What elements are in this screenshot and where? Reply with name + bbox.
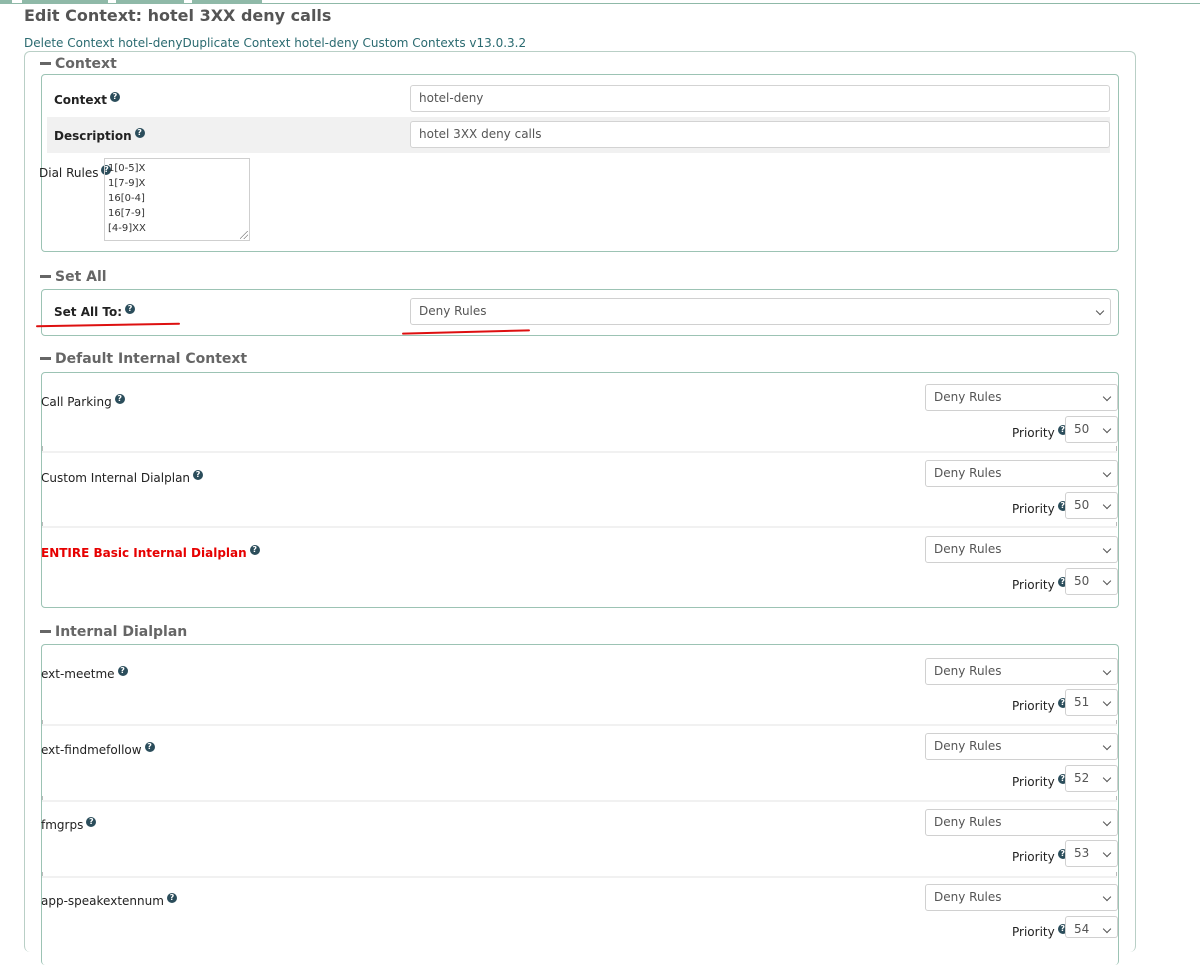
rule-label: fmgrps?: [41, 817, 97, 832]
dial-rule-line: 1[0-5]X: [108, 163, 146, 174]
chevron-down-icon: [1102, 741, 1112, 751]
set-all-section-toggle[interactable]: Set All: [40, 269, 107, 285]
resize-handle-icon[interactable]: [240, 231, 248, 239]
priority-select[interactable]: 51: [1065, 689, 1118, 716]
priority-label: Priority?: [1012, 577, 1068, 592]
chevron-down-icon: [1102, 892, 1112, 902]
rule-label: Call Parking?: [41, 394, 125, 409]
context-input[interactable]: hotel-deny: [410, 85, 1110, 112]
priority-select[interactable]: 50: [1065, 568, 1118, 595]
collapse-icon: [40, 274, 51, 278]
row-divider: [42, 724, 1117, 726]
chevron-down-icon: [1102, 697, 1112, 707]
chevron-down-icon: [1102, 817, 1112, 827]
row-divider: [42, 800, 1117, 802]
priority-select[interactable]: 52: [1065, 765, 1118, 792]
help-icon[interactable]: ?: [114, 394, 125, 404]
collapse-icon: [40, 629, 51, 633]
priority-label: Priority?: [1012, 501, 1068, 516]
rule-select[interactable]: Deny Rules: [925, 460, 1118, 487]
priority-label: Priority?: [1012, 849, 1068, 864]
rule-label: Custom Internal Dialplan?: [41, 470, 204, 485]
chevron-down-icon: [1102, 848, 1112, 858]
chevron-down-icon: [1102, 924, 1112, 934]
help-icon[interactable]: ?: [193, 470, 204, 480]
chevron-down-icon: [1102, 544, 1112, 554]
section-heading: Internal Dialplan: [55, 624, 188, 640]
priority-label: Priority?: [1012, 924, 1068, 939]
top-border: [0, 3, 1200, 4]
context-label: Context?: [54, 92, 120, 107]
chevron-down-icon: [1102, 773, 1112, 783]
dial-rules-textarea[interactable]: 1[0-5]X 1[7-9]X 16[0-4] 16[7-9] [4-9]XX: [104, 158, 250, 241]
top-tab[interactable]: [22, 0, 108, 3]
rule-select[interactable]: Deny Rules: [925, 384, 1118, 411]
rule-label: app-speakextennum?: [41, 893, 177, 908]
priority-select[interactable]: 50: [1065, 492, 1118, 519]
rule-label: ext-meetme?: [41, 666, 128, 681]
section-heading: Default Internal Context: [55, 351, 248, 367]
help-icon[interactable]: ?: [249, 545, 260, 555]
rule-label-warning: ENTIRE Basic Internal Dialplan?: [41, 545, 260, 560]
row-divider: [42, 526, 1117, 528]
help-icon[interactable]: ?: [125, 304, 136, 314]
chevron-down-icon: [1102, 424, 1112, 434]
rule-label: ext-findmefollow?: [41, 742, 155, 757]
priority-label: Priority?: [1012, 698, 1068, 713]
help-icon[interactable]: ?: [86, 817, 97, 827]
priority-select[interactable]: 54: [1065, 916, 1118, 938]
rule-select[interactable]: Deny Rules: [925, 809, 1118, 836]
dial-rule-line: 16[7-9]: [108, 208, 145, 219]
collapse-icon: [40, 356, 51, 360]
top-tab[interactable]: [192, 0, 262, 3]
action-links: Delete Context hotel-denyDuplicate Conte…: [24, 36, 526, 50]
top-tab[interactable]: [116, 0, 184, 3]
rule-select[interactable]: Deny Rules: [925, 658, 1118, 685]
internal-dialplan-section-toggle[interactable]: Internal Dialplan: [40, 624, 187, 640]
version-label: Custom Contexts v13.0.3.2: [358, 36, 527, 50]
chevron-down-icon: [1102, 666, 1112, 676]
help-icon[interactable]: ?: [144, 742, 155, 752]
dial-rule-line: 16[0-4]: [108, 193, 145, 204]
help-icon[interactable]: ?: [117, 666, 128, 676]
priority-select[interactable]: 53: [1065, 840, 1118, 867]
chevron-down-icon: [1095, 306, 1105, 316]
chevron-down-icon: [1102, 500, 1112, 510]
set-all-select[interactable]: Deny Rules: [410, 298, 1111, 325]
top-tab[interactable]: [0, 0, 12, 3]
dial-rules-label: Dial Rules?: [39, 165, 112, 180]
priority-select[interactable]: 50: [1065, 416, 1118, 443]
rule-select[interactable]: Deny Rules: [925, 884, 1118, 911]
chevron-down-icon: [1102, 392, 1112, 402]
chevron-down-icon: [1102, 576, 1112, 586]
priority-label: Priority?: [1012, 774, 1068, 789]
help-icon[interactable]: ?: [109, 92, 120, 102]
default-internal-section-toggle[interactable]: Default Internal Context: [40, 351, 247, 367]
set-all-label: Set All To:?: [54, 304, 136, 319]
dial-rule-line: 1[7-9]X: [108, 178, 146, 189]
description-input[interactable]: hotel 3XX deny calls: [410, 121, 1110, 148]
section-heading: Set All: [55, 269, 107, 285]
rule-select[interactable]: Deny Rules: [925, 733, 1118, 760]
chevron-down-icon: [1102, 468, 1112, 478]
panel-gap: [42, 378, 1117, 598]
collapse-icon: [40, 61, 51, 65]
priority-label: Priority?: [1012, 425, 1068, 440]
row-divider: [42, 876, 1117, 878]
context-section-toggle[interactable]: Context: [40, 56, 117, 72]
page-title: Edit Context: hotel 3XX deny calls: [24, 6, 332, 25]
rule-select[interactable]: Deny Rules: [925, 536, 1118, 563]
help-icon[interactable]: ?: [134, 128, 145, 138]
help-icon[interactable]: ?: [166, 893, 177, 903]
duplicate-context-link[interactable]: Duplicate Context hotel-deny: [182, 36, 358, 50]
row-divider: [42, 451, 1117, 453]
section-heading: Context: [55, 56, 117, 72]
description-label: Description?: [54, 128, 145, 143]
dial-rule-line: [4-9]XX: [108, 223, 146, 234]
delete-context-link[interactable]: Delete Context hotel-deny: [24, 36, 182, 50]
